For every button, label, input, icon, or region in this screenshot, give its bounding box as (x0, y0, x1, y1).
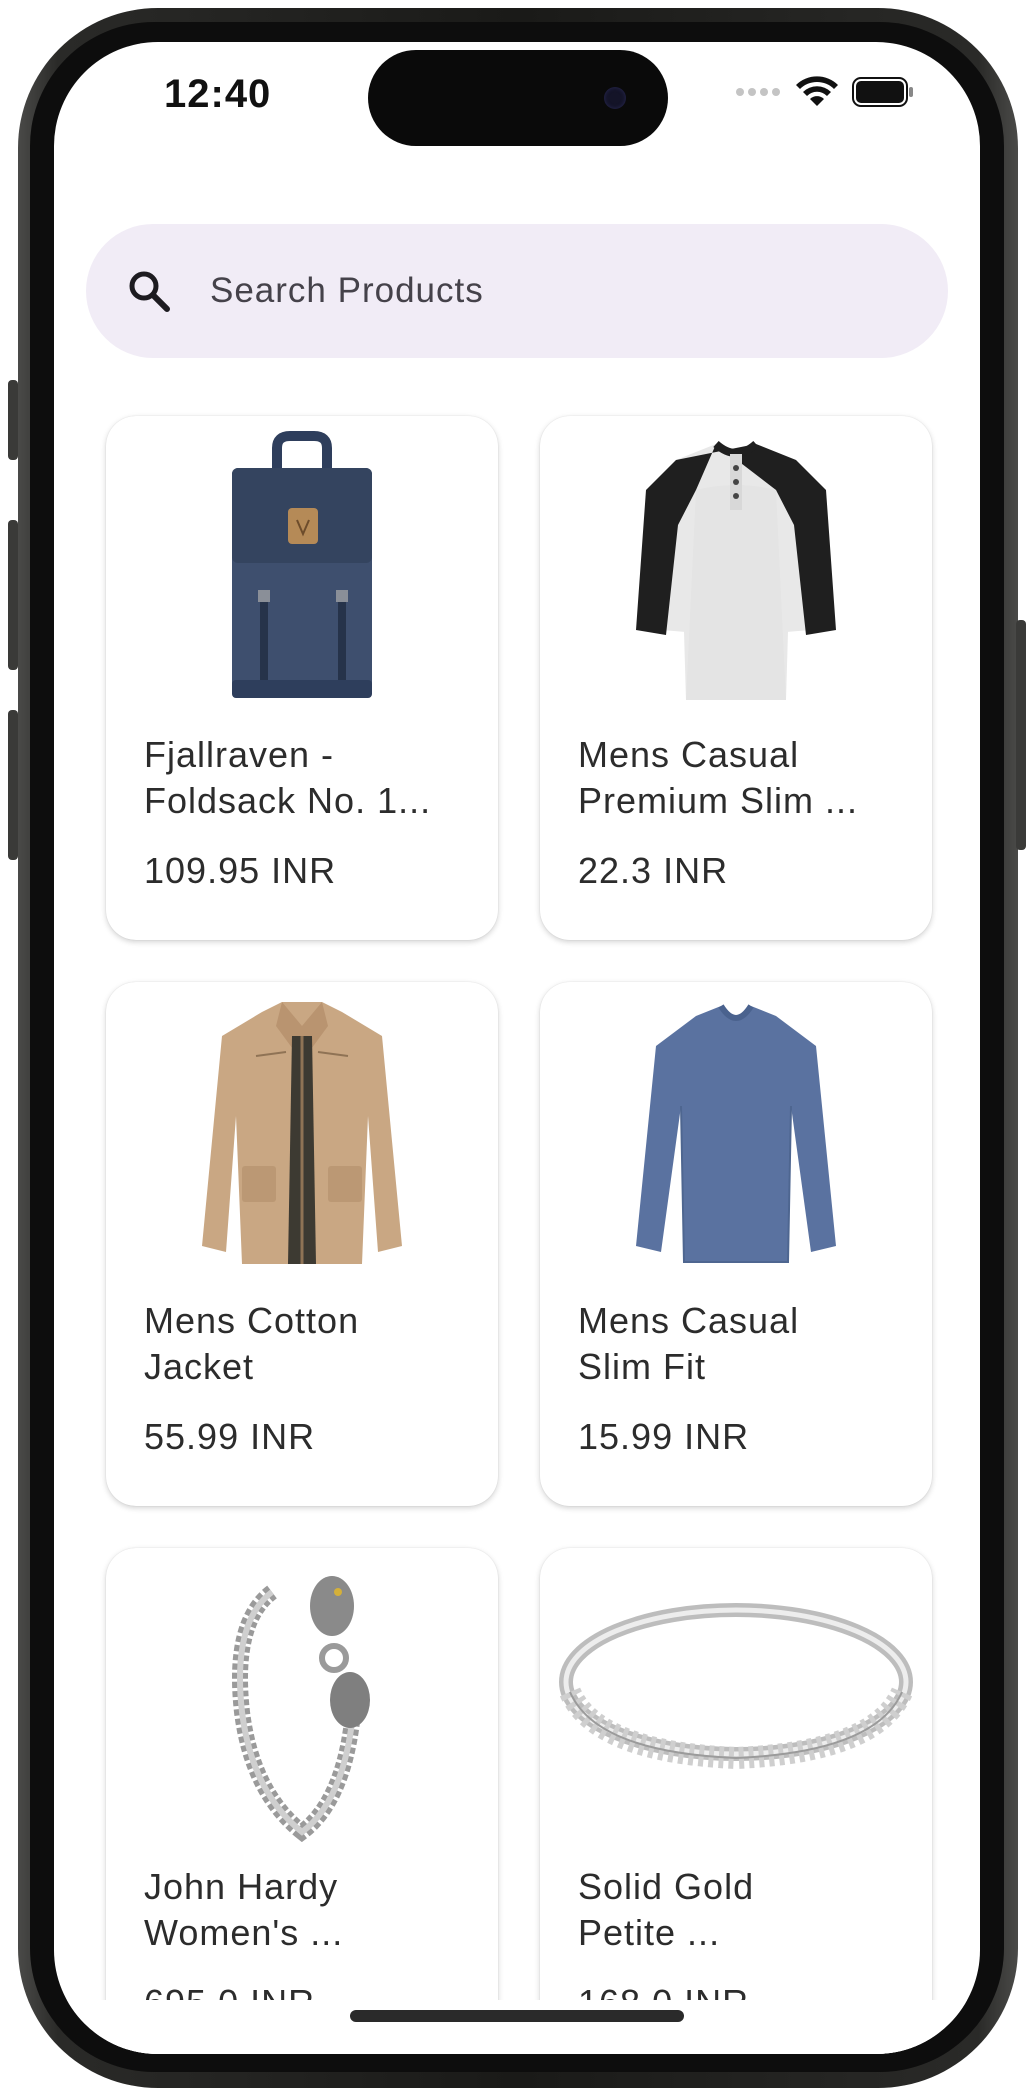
product-card[interactable]: Mens Casual Premium Slim ... 22.3 INR (540, 416, 932, 940)
product-title-line: Women's ... (144, 1912, 344, 1953)
product-card[interactable]: Mens Casual Slim Fit 15.99 INR (540, 982, 932, 1506)
product-price: 55.99 INR (144, 1416, 316, 1457)
product-card[interactable]: Solid Gold Petite ... 168.0 INR (540, 1548, 932, 2054)
product-price: 109.95 INR (144, 850, 337, 891)
product-price: 15.99 INR (578, 1416, 750, 1457)
product-title-line: Mens Casual (578, 734, 800, 775)
volume-down-button (8, 710, 18, 860)
product-image (106, 996, 498, 1276)
product-title-line: Solid Gold (578, 1866, 755, 1907)
home-indicator[interactable] (350, 2010, 684, 2022)
product-card[interactable]: John Hardy Women's ... 695.0 INR (106, 1548, 498, 2054)
search-icon[interactable] (126, 268, 172, 314)
status-time: 12:40 (164, 72, 272, 116)
product-image (540, 996, 932, 1276)
product-image (106, 430, 498, 710)
app-screen: 12:40 Search Products Fjallraven - Folds… (54, 42, 980, 2054)
bracelet-image (232, 1576, 370, 1842)
product-title: Mens Casual Premium Slim ... (578, 732, 908, 824)
power-button (1016, 620, 1026, 850)
product-title-line: Premium Slim ... (578, 780, 859, 821)
product-price: 22.3 INR (578, 850, 729, 891)
product-title-line: Petite ... (578, 1912, 721, 1953)
status-icons (736, 76, 914, 108)
search-input[interactable]: Search Products (210, 268, 484, 314)
signal-dots-icon (736, 88, 780, 96)
ring-image (559, 1603, 913, 1770)
product-title-line: Mens Cotton (144, 1300, 360, 1341)
battery-icon (852, 77, 913, 107)
product-title: Mens Casual Slim Fit (578, 1298, 908, 1390)
product-title-line: Fjallraven - (144, 734, 335, 775)
longsleeve-tshirt-image (636, 1004, 836, 1263)
raglan-tshirt-image (636, 440, 836, 700)
product-image (540, 1562, 932, 1842)
product-title-line: John Hardy (144, 1866, 339, 1907)
product-card[interactable]: Mens Cotton Jacket 55.99 INR (106, 982, 498, 1506)
product-image (540, 430, 932, 710)
product-title: John Hardy Women's ... (144, 1864, 474, 1956)
product-image (106, 1562, 498, 1842)
screen-bottom-edge (54, 2000, 980, 2054)
product-title-line: Jacket (144, 1346, 255, 1387)
action-button (8, 380, 18, 460)
product-card[interactable]: Fjallraven - Foldsack No. 1... 109.95 IN… (106, 416, 498, 940)
front-camera (604, 87, 626, 109)
product-title-line: Slim Fit (578, 1346, 706, 1387)
wifi-icon (796, 76, 838, 106)
product-title: Fjallraven - Foldsack No. 1... (144, 732, 474, 824)
product-title-line: Mens Casual (578, 1300, 800, 1341)
jacket-image (202, 1002, 402, 1264)
product-title: Solid Gold Petite ... (578, 1864, 908, 1956)
product-title: Mens Cotton Jacket (144, 1298, 474, 1390)
search-bar[interactable]: Search Products (86, 224, 948, 358)
product-title-line: Foldsack No. 1... (144, 780, 432, 821)
volume-up-button (8, 520, 18, 670)
dynamic-island (368, 50, 668, 146)
backpack-image (232, 431, 372, 698)
